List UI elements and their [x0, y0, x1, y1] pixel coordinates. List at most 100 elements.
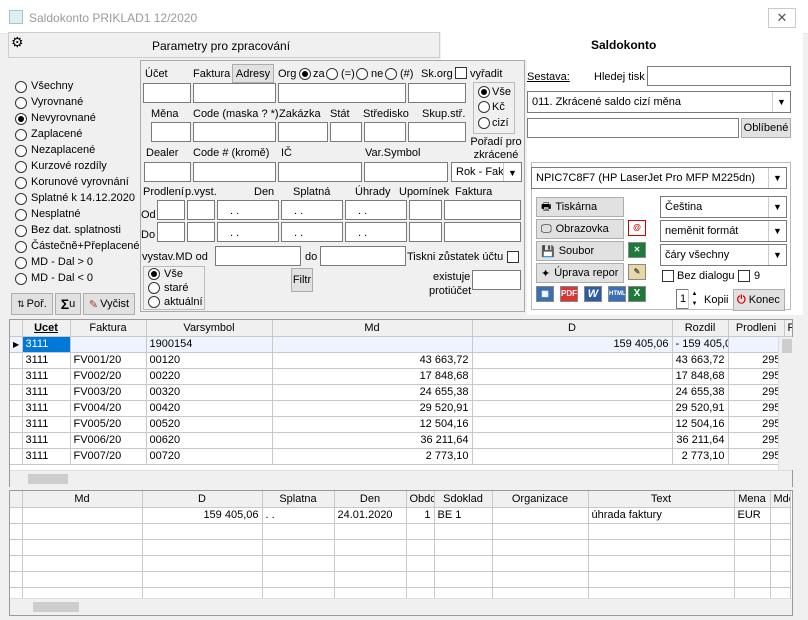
column-header[interactable]: Ucet	[22, 320, 71, 337]
code-krome-input[interactable]	[193, 162, 276, 182]
row-indicator[interactable]	[10, 400, 23, 417]
skorg-checkbox[interactable]	[455, 67, 467, 79]
age-stare-radio[interactable]	[148, 282, 160, 294]
column-header[interactable]: Sdoklad	[434, 491, 493, 508]
table-cell[interactable]	[770, 507, 791, 524]
filter-item[interactable]: Bez dat. splatnosti	[11, 222, 139, 238]
row-indicator[interactable]	[10, 448, 23, 465]
printer-select[interactable]: NPIC7C8F7 (HP LaserJet Pro MFP M225dn) ▼	[531, 167, 787, 189]
poradi-select[interactable]: Rok - Fakt ▼	[451, 162, 522, 182]
table-cell[interactable]: 00220	[146, 368, 273, 385]
table-cell[interactable]: 29 520,91	[672, 400, 729, 417]
ucet-input[interactable]	[143, 83, 191, 103]
tiskni-checkbox[interactable]	[507, 251, 519, 263]
adresy-button[interactable]: Adresy	[232, 64, 274, 83]
filter-radio[interactable]	[15, 257, 27, 269]
zakazka-input[interactable]	[278, 122, 328, 142]
column-header[interactable]: Organizace	[492, 491, 589, 508]
clear-button[interactable]: ✎ Vyčist	[83, 293, 135, 315]
row-indicator[interactable]	[10, 368, 23, 385]
column-header[interactable]: Prodl_vyst	[784, 320, 792, 337]
email-icon[interactable]: @	[628, 220, 646, 236]
currency-cizi-radio[interactable]	[478, 117, 490, 129]
uprava-button[interactable]: ✦ Úprava repor	[536, 263, 624, 283]
table-row[interactable]: 3111FV004/200042029 520,9129 520,9129530…	[10, 400, 792, 417]
table-cell[interactable]: EUR	[734, 507, 771, 524]
table-cell[interactable]: 36 211,64	[672, 432, 729, 449]
filter-item[interactable]: Částečně+Přeplacené	[11, 238, 140, 254]
column-header[interactable]: Mdciz	[770, 491, 791, 508]
upominek-do-input[interactable]	[409, 222, 442, 242]
table-cell[interactable]: 295	[728, 384, 785, 401]
row-indicator[interactable]	[10, 352, 23, 369]
table-cell[interactable]: 295	[728, 352, 785, 369]
filter-item[interactable]: Korunové vyrovnání	[11, 174, 139, 190]
nine-checkbox[interactable]	[738, 270, 750, 282]
ic-input[interactable]	[278, 162, 362, 182]
table-cell[interactable]: 12 504,16	[672, 416, 729, 433]
table-cell[interactable]: 43 663,72	[672, 352, 729, 369]
filter-item[interactable]: Nesplatné	[11, 206, 139, 222]
html-icon[interactable]: HTML	[608, 286, 626, 302]
table-cell[interactable]: 00720	[146, 448, 273, 465]
varsym-input[interactable]	[364, 162, 448, 182]
table-cell[interactable]	[472, 352, 673, 369]
vystav-md-od-input[interactable]	[215, 246, 301, 266]
prodleni-od-input[interactable]	[157, 200, 185, 220]
kopii-spinner[interactable]: ▲ ▼	[688, 289, 700, 309]
main-grid-vscroll[interactable]	[778, 337, 795, 470]
uhrady-od-input[interactable]: . .	[345, 200, 407, 220]
table-cell[interactable]: 295	[728, 368, 785, 385]
chevron-down-icon[interactable]: ▼	[768, 245, 786, 265]
table-cell[interactable]: 2 773,10	[272, 448, 473, 465]
format-select[interactable]: neměnit formát ▼	[660, 220, 787, 242]
column-header[interactable]: Rozdil	[672, 320, 729, 337]
filter-item[interactable]: MD - Dal > 0	[11, 254, 139, 270]
oblibene-button[interactable]: Oblíbené	[741, 118, 791, 138]
skup-input[interactable]	[408, 122, 466, 142]
mena-input[interactable]	[151, 122, 191, 142]
table-cell[interactable]: 24 655,38	[272, 384, 473, 401]
lang-select[interactable]: Čeština ▼	[660, 196, 787, 218]
filter-radio[interactable]	[15, 177, 27, 189]
table-cell[interactable]: 295	[728, 400, 785, 417]
table-cell[interactable]: 00620	[146, 432, 273, 449]
table-cell[interactable]: 00420	[146, 400, 273, 417]
org-za-radio[interactable]	[299, 68, 311, 80]
table-cell[interactable]	[472, 448, 673, 465]
table-cell[interactable]: 12 504,16	[272, 416, 473, 433]
filter-radio[interactable]	[15, 145, 27, 157]
obrazovka-button[interactable]: 🖵 Obrazovka	[536, 219, 624, 239]
splatna-od-input[interactable]: . .	[281, 200, 343, 220]
row-indicator[interactable]	[10, 416, 23, 433]
table-cell[interactable]: FV005/20	[70, 416, 147, 433]
table-cell[interactable]: 24 655,38	[672, 384, 729, 401]
chevron-down-icon[interactable]: ▼	[503, 163, 521, 181]
excel-icon[interactable]: ✕	[628, 242, 646, 258]
table-row[interactable]: ▶31111900154159 405,06- 159 405,06325.	[10, 336, 792, 353]
org-input[interactable]	[278, 83, 406, 103]
stat-input[interactable]	[330, 122, 362, 142]
table-cell[interactable]	[472, 432, 673, 449]
den-do-input[interactable]: . .	[217, 222, 279, 242]
filter-radio[interactable]	[15, 81, 27, 93]
faktura-do-input[interactable]	[444, 222, 521, 242]
table-cell[interactable]	[472, 416, 673, 433]
column-header[interactable]: Mena	[734, 491, 771, 508]
table-cell[interactable]	[492, 507, 589, 524]
lines-select[interactable]: čáry všechny ▼	[660, 244, 787, 266]
age-vse-radio[interactable]	[148, 268, 160, 280]
hledej-input[interactable]	[647, 66, 791, 86]
filter-item[interactable]: Vyrovnané	[11, 94, 139, 110]
row-indicator[interactable]	[10, 432, 23, 449]
row-indicator[interactable]	[10, 507, 23, 524]
table-cell[interactable]: FV002/20	[70, 368, 147, 385]
row-indicator[interactable]: ▶	[10, 336, 23, 353]
table-row[interactable]: 3111FV005/200052012 504,1612 504,1629530…	[10, 416, 792, 433]
table-cell[interactable]: FV001/20	[70, 352, 147, 369]
filter-radio[interactable]	[15, 129, 27, 141]
table-cell[interactable]: 17 848,68	[272, 368, 473, 385]
table-cell[interactable]: 295	[728, 448, 785, 465]
table-cell[interactable]	[22, 507, 143, 524]
table-cell[interactable]: 1	[406, 507, 435, 524]
